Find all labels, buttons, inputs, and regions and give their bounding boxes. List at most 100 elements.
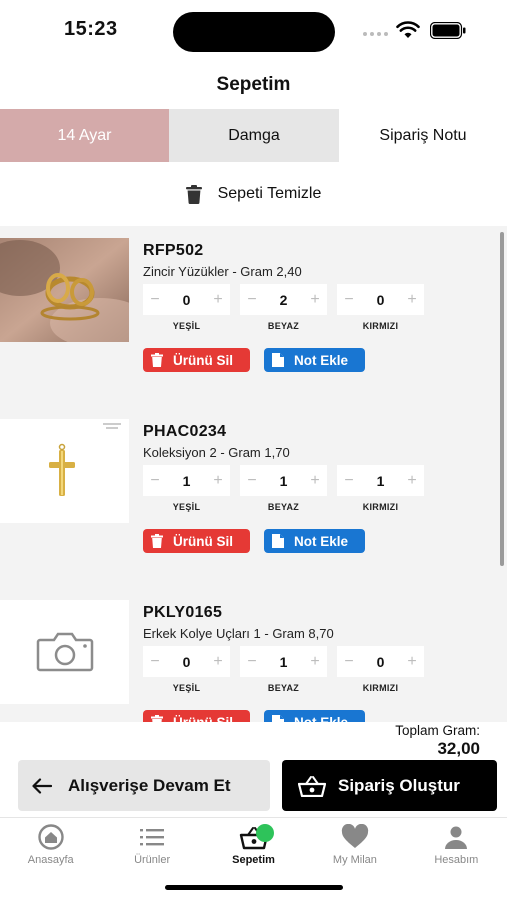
decrement-button[interactable]: − — [143, 653, 167, 671]
trash-icon — [151, 534, 163, 548]
tab-siparis-notu[interactable]: Sipariş Notu — [339, 109, 507, 162]
nav-item-anasayfa[interactable]: Anasayfa — [0, 818, 101, 873]
quantity-stepper-yesil: − 0 + — [143, 646, 230, 677]
variant-label: KIRMIZI — [362, 683, 399, 693]
cart-item: PHAC0234 Koleksiyon 2 - Gram 1,70 − 1 + … — [0, 407, 500, 572]
increment-button[interactable]: + — [303, 653, 327, 671]
quantity-value[interactable]: 0 — [361, 292, 400, 308]
increment-button[interactable]: + — [206, 291, 230, 309]
product-description: Koleksiyon 2 - Gram 1,70 — [143, 445, 290, 460]
nav-label: Sepetim — [232, 854, 275, 866]
nav-item-sepetim[interactable]: Sepetim — [203, 818, 304, 873]
quantity-value[interactable]: 0 — [167, 292, 206, 308]
decrement-button[interactable]: − — [337, 291, 361, 309]
add-note-label: Not Ekle — [294, 533, 349, 549]
heart-icon — [341, 824, 369, 848]
increment-button[interactable]: + — [303, 472, 327, 490]
decrement-button[interactable]: − — [240, 291, 264, 309]
delete-label: Ürünü Sil — [173, 352, 233, 368]
list-icon — [140, 829, 165, 846]
variant-label: BEYAZ — [267, 321, 300, 331]
quantity-stepper-kirmizi: − 0 + — [337, 284, 424, 315]
variant-label: YEŞİL — [172, 321, 201, 331]
decrement-button[interactable]: − — [240, 472, 264, 490]
camera-icon — [0, 600, 129, 704]
increment-button[interactable]: + — [303, 291, 327, 309]
increment-button[interactable]: + — [400, 291, 424, 309]
quantity-value[interactable]: 0 — [361, 654, 400, 670]
cart-item: PKLY0165 Erkek Kolye Uçları 1 - Gram 8,7… — [0, 588, 500, 722]
add-note-button[interactable]: Not Ekle — [264, 348, 365, 372]
quantity-steppers: − 1 + YEŞİL − 1 + BEYAZ − 1 + KIRMIZI — [143, 465, 424, 512]
delete-product-button[interactable]: Ürünü Sil — [143, 529, 250, 553]
continue-shopping-label: Alışverişe Devam Et — [68, 775, 231, 795]
nav-label: Hesabım — [434, 854, 479, 866]
quantity-steppers: − 0 + YEŞİL − 2 + BEYAZ − 0 + KIRMIZI — [143, 284, 424, 331]
item-actions: Ürünü Sil Not Ekle — [143, 348, 365, 372]
trash-icon — [151, 715, 163, 722]
product-code: RFP502 — [143, 242, 204, 259]
total-gram-label: Toplam Gram: — [395, 723, 480, 738]
trash-icon — [185, 184, 202, 204]
decrement-button[interactable]: − — [143, 472, 167, 490]
nav-item-my-milan[interactable]: My Milan — [304, 818, 405, 873]
quantity-value[interactable]: 1 — [264, 473, 303, 489]
increment-button[interactable]: + — [400, 472, 424, 490]
item-actions: Ürünü Sil Not Ekle — [143, 529, 365, 553]
product-code: PHAC0234 — [143, 423, 227, 440]
decrement-button[interactable]: − — [143, 291, 167, 309]
delete-label: Ürünü Sil — [173, 714, 233, 723]
tab-damga[interactable]: Damga — [169, 109, 339, 162]
status-time: 15:23 — [64, 18, 118, 40]
nav-item-hesabim[interactable]: Hesabım — [406, 818, 507, 873]
quantity-value[interactable]: 1 — [264, 654, 303, 670]
clear-cart-label: Sepeti Temizle — [217, 185, 322, 202]
variant-label: BEYAZ — [267, 683, 300, 693]
quantity-stepper-kirmizi: − 1 + — [337, 465, 424, 496]
add-note-label: Not Ekle — [294, 352, 349, 368]
quantity-value[interactable]: 1 — [167, 473, 206, 489]
clear-cart-button[interactable]: Sepeti Temizle — [0, 174, 507, 214]
increment-button[interactable]: + — [206, 472, 230, 490]
decrement-button[interactable]: − — [337, 653, 361, 671]
increment-button[interactable]: + — [400, 653, 424, 671]
cart-badge — [255, 824, 274, 842]
item-actions: Ürünü Sil Not Ekle — [143, 710, 365, 722]
total-gram-value: 32,00 — [437, 739, 480, 758]
add-note-button[interactable]: Not Ekle — [264, 529, 365, 553]
delete-product-button[interactable]: Ürünü Sil — [143, 710, 250, 722]
variant-label: YEŞİL — [172, 502, 201, 512]
variant-label: KIRMIZI — [362, 321, 399, 331]
add-note-label: Not Ekle — [294, 714, 349, 723]
dynamic-island — [173, 12, 335, 52]
decrement-button[interactable]: − — [337, 472, 361, 490]
cart-list[interactable]: RFP502 Zincir Yüzükler - Gram 2,40 − 0 +… — [0, 226, 507, 722]
product-code: PKLY0165 — [143, 604, 223, 621]
tab-14-ayar[interactable]: 14 Ayar — [0, 109, 169, 162]
product-image-placeholder — [0, 600, 129, 704]
create-order-button[interactable]: Sipariş Oluştur — [282, 760, 497, 811]
quantity-stepper-beyaz: − 1 + — [240, 465, 327, 496]
quantity-steppers: − 0 + YEŞİL − 1 + BEYAZ − 0 + KIRMIZI — [143, 646, 424, 693]
quantity-value[interactable]: 0 — [167, 654, 206, 670]
nav-item-urunler[interactable]: Ürünler — [101, 818, 202, 873]
variant-label: BEYAZ — [267, 502, 300, 512]
note-icon — [272, 353, 284, 367]
increment-button[interactable]: + — [206, 653, 230, 671]
quantity-value[interactable]: 1 — [361, 473, 400, 489]
add-note-button[interactable]: Not Ekle — [264, 710, 365, 722]
continue-shopping-button[interactable]: Alışverişe Devam Et — [18, 760, 270, 811]
product-image — [0, 419, 129, 523]
quantity-stepper-beyaz: − 2 + — [240, 284, 327, 315]
trash-icon — [151, 353, 163, 367]
status-bar: 15:23 — [0, 0, 507, 62]
basket-icon — [298, 775, 326, 797]
create-order-label: Sipariş Oluştur — [338, 775, 460, 795]
quantity-value[interactable]: 2 — [264, 292, 303, 308]
wifi-icon — [396, 21, 420, 38]
decrement-button[interactable]: − — [240, 653, 264, 671]
nav-label: My Milan — [332, 854, 377, 866]
list-scrollbar[interactable] — [500, 232, 504, 566]
quantity-stepper-yesil: − 0 + — [143, 284, 230, 315]
delete-product-button[interactable]: Ürünü Sil — [143, 348, 250, 372]
